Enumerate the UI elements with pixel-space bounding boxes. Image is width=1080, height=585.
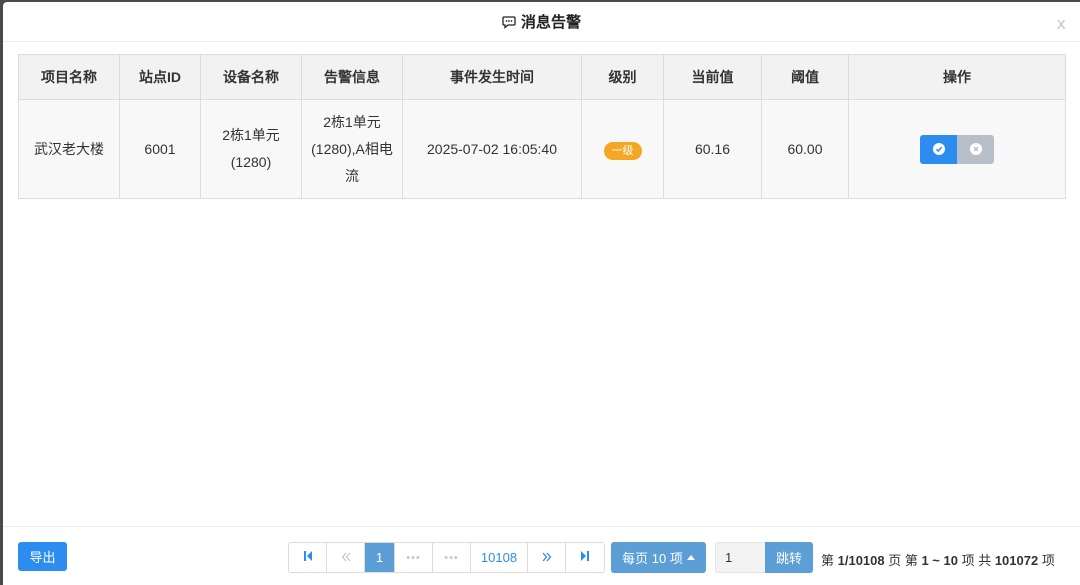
col-header-alarm-info: 告警信息 <box>301 54 403 100</box>
summary-text: 第 <box>821 553 838 568</box>
x-icon <box>969 143 982 155</box>
jump-button[interactable]: 跳转 <box>765 542 813 573</box>
summary-total-value: 101072 <box>994 553 1039 568</box>
dialog-footer: 导出 1 ••• ••• 10108 每页 10 项 1 跳转 第 1/1010… <box>3 526 1080 585</box>
last-page-icon <box>580 550 590 565</box>
last-page-button[interactable] <box>566 543 604 572</box>
confirm-button[interactable] <box>920 134 957 164</box>
col-header-site-id: 站点ID <box>119 54 201 100</box>
chat-icon <box>502 15 516 29</box>
cell-actions <box>848 99 1066 199</box>
prev-page-icon <box>341 550 351 565</box>
summary-text: 项 <box>1038 553 1055 568</box>
col-header-project: 项目名称 <box>18 54 120 100</box>
ellipsis-text: ••• <box>444 551 459 564</box>
alarm-table: 项目名称 站点ID 设备名称 告警信息 事件发生时间 级别 当前值 阈值 操作 … <box>18 54 1066 199</box>
page-button-current[interactable]: 1 <box>365 543 395 572</box>
alarm-line: 2栋1单元 <box>323 113 381 130</box>
col-header-time: 事件发生时间 <box>402 54 582 100</box>
action-group <box>920 134 994 164</box>
table-header-row: 项目名称 站点ID 设备名称 告警信息 事件发生时间 级别 当前值 阈值 操作 <box>18 54 1066 100</box>
level-badge: 一级 <box>603 141 642 160</box>
summary-text: 页 第 <box>884 553 922 568</box>
cell-project: 武汉老大楼 <box>18 99 120 199</box>
col-header-threshold: 阈值 <box>761 54 849 100</box>
prev-page-button[interactable] <box>327 543 365 572</box>
summary-text: 项 共 <box>957 553 995 568</box>
alarm-line: (1280),A相电 <box>311 140 393 157</box>
page-ellipsis: ••• <box>395 543 433 572</box>
page-button-last-number[interactable]: 10108 <box>471 543 528 572</box>
alarm-table-wrap: 项目名称 站点ID 设备名称 告警信息 事件发生时间 级别 当前值 阈值 操作 … <box>18 54 1066 199</box>
cell-device: 2栋1单元 (1280) <box>200 99 302 199</box>
page-size-select[interactable]: 每页 10 项 <box>611 542 706 573</box>
cell-threshold: 60.00 <box>761 99 849 199</box>
cell-level: 一级 <box>581 99 664 199</box>
cell-current: 60.16 <box>663 99 762 199</box>
dialog-header: 消息告警 x <box>3 2 1080 42</box>
pagination: 1 ••• ••• 10108 <box>288 542 605 573</box>
page-size-label: 每页 10 项 <box>622 551 683 566</box>
col-header-device: 设备名称 <box>200 54 302 100</box>
alarm-dialog: 消息告警 x 项目名称 站点ID 设备名称 告警信息 事件发生时间 级别 当前值… <box>3 2 1080 585</box>
check-icon <box>932 143 945 155</box>
dismiss-button[interactable] <box>957 134 994 164</box>
table-row: 武汉老大楼 6001 2栋1单元 (1280) 2栋1单元 (1280),A相电… <box>18 99 1066 199</box>
cell-site-id: 6001 <box>119 99 201 199</box>
alarm-line: 流 <box>345 167 359 184</box>
caret-up-icon <box>686 555 695 560</box>
close-icon[interactable]: x <box>1057 14 1066 33</box>
first-page-button[interactable] <box>289 543 327 572</box>
device-line: 2栋1单元 <box>222 127 280 143</box>
ellipsis-text: ••• <box>406 551 421 564</box>
col-header-actions: 操作 <box>848 54 1066 100</box>
summary-range-value: 1 ~ 10 <box>921 553 958 568</box>
first-page-icon <box>303 550 313 565</box>
next-page-icon <box>542 550 552 565</box>
dialog-title-wrap: 消息告警 <box>502 11 581 32</box>
cell-alarm-info: 2栋1单元 (1280),A相电 流 <box>301 99 403 199</box>
jump-page-input[interactable] <box>715 542 765 573</box>
dialog-title: 消息告警 <box>520 14 581 31</box>
cell-time: 2025-07-02 16:05:40 <box>402 99 582 199</box>
export-button[interactable]: 导出 <box>18 542 67 571</box>
device-line: (1280) <box>230 154 272 170</box>
col-header-current: 当前值 <box>663 54 762 100</box>
summary-page-value: 1/10108 <box>837 553 885 568</box>
pagination-summary: 第 1/10108 页 第 1 ~ 10 项 共 101072 项 <box>821 550 1055 569</box>
page-ellipsis: ••• <box>433 543 471 572</box>
col-header-level: 级别 <box>581 54 664 100</box>
next-page-button[interactable] <box>528 543 566 572</box>
